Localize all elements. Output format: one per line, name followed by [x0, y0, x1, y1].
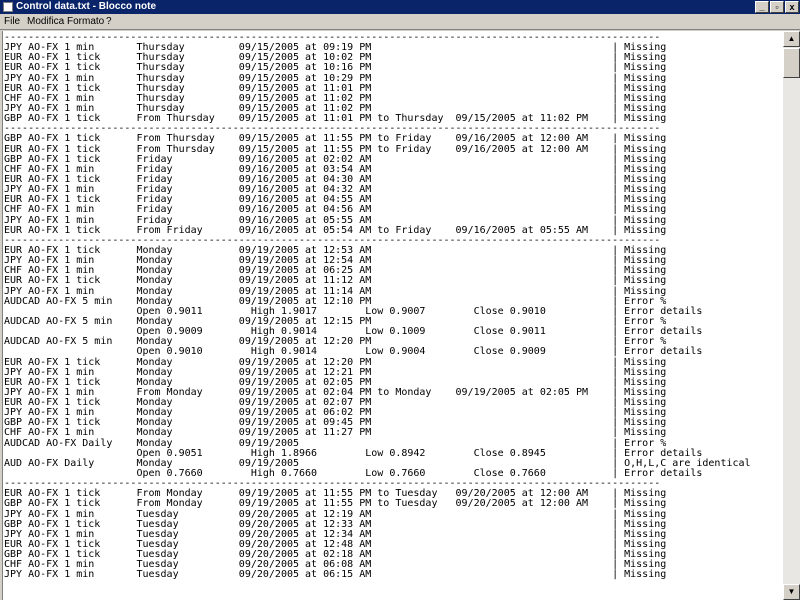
text-line: EUR AO-FX 1 tick Monday 09/19/2005 at 11… — [4, 275, 667, 287]
close-button[interactable]: x — [785, 1, 799, 13]
scroll-down-button[interactable]: ▼ — [783, 584, 800, 600]
title-bar[interactable]: Control data.txt - Blocco note _ ▫ x — [0, 0, 800, 14]
text-line: CHF AO-FX 1 min Friday 09/16/2005 at 04:… — [4, 204, 667, 216]
maximize-button[interactable]: ▫ — [770, 1, 784, 13]
scroll-up-button[interactable]: ▲ — [783, 31, 800, 47]
scroll-thumb[interactable] — [783, 48, 800, 78]
vertical-scrollbar[interactable]: ▲ ▼ — [783, 31, 800, 600]
menu-bar: File Modifica Formato ? — [0, 14, 800, 30]
window-title: Control data.txt - Blocco note — [16, 1, 156, 12]
text-line: Open 0.9010 High 0.9014 Low 0.9004 Close… — [4, 346, 703, 358]
text-editor[interactable]: ----------------------------------------… — [2, 31, 783, 600]
menu-file[interactable]: File — [4, 15, 20, 28]
notepad-icon[interactable] — [3, 2, 13, 12]
text-line: JPY AO-FX 1 min Tuesday 09/20/2005 at 06… — [4, 569, 667, 581]
menu-formato[interactable]: Formato — [67, 15, 104, 28]
minimize-button[interactable]: _ — [755, 1, 769, 13]
document-text[interactable]: ----------------------------------------… — [4, 32, 751, 581]
menu-modifica[interactable]: Modifica — [27, 15, 64, 28]
menu-help[interactable]: ? — [106, 15, 112, 28]
